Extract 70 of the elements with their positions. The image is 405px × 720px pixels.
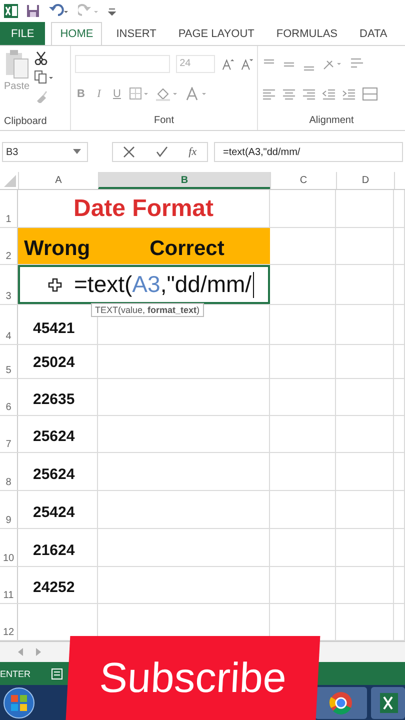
file-tab[interactable]: FILE [0, 22, 46, 45]
header-cell: Correct [98, 228, 270, 264]
customize-icon[interactable] [108, 6, 116, 16]
shrink-font-icon[interactable] [240, 57, 253, 71]
table-cell: 25624 [18, 453, 98, 490]
row-header[interactable]: 11 [0, 567, 18, 603]
insert-function-button[interactable]: fx [188, 146, 197, 158]
scissors-icon[interactable] [34, 51, 48, 65]
row-header[interactable]: 1 [0, 190, 18, 227]
row-header[interactable]: 9 [0, 491, 18, 528]
name-box-text: B3 [6, 146, 18, 158]
ribbon-tab[interactable]: DATA [352, 22, 396, 45]
header-cell: Wrong [18, 228, 98, 264]
subscribe-banner[interactable]: Subscribe [66, 636, 320, 720]
scroll-left-icon[interactable] [18, 648, 24, 656]
row-header[interactable]: 10 [0, 529, 18, 566]
ribbon-tab[interactable]: FORMULAS [268, 22, 346, 45]
ribbon-tab[interactable]: HOME [51, 22, 102, 45]
function-tooltip: TEXT(value, format_text) [91, 303, 204, 317]
table-cell: 21624 [18, 529, 98, 566]
row-header[interactable]: 8 [0, 453, 18, 490]
enter-check-icon[interactable] [156, 146, 168, 158]
merge-cells-icon[interactable] [362, 87, 378, 101]
undo-icon[interactable] [48, 4, 70, 18]
row-header[interactable]: 12 [0, 604, 18, 640]
paste-icon[interactable] [4, 49, 29, 79]
cell-cursor-icon [48, 278, 62, 292]
column-header[interactable]: B [98, 172, 270, 189]
save-icon[interactable] [26, 4, 40, 18]
copy-icon[interactable] [34, 70, 54, 84]
formula-field[interactable]: =text(A3,"dd/mm/ [214, 142, 403, 162]
table-cell: 25024 [18, 345, 98, 378]
ribbon-tab[interactable]: INSERT [108, 22, 164, 45]
group-label: Font [152, 114, 175, 128]
fill-color-icon[interactable] [155, 87, 179, 101]
group-label: Alignment [308, 114, 355, 128]
grow-font-icon[interactable] [220, 57, 234, 71]
redo-icon[interactable] [78, 4, 100, 18]
column-header[interactable]: C [270, 172, 336, 189]
start-button-icon[interactable] [2, 686, 36, 720]
align-center-icon[interactable] [282, 87, 296, 101]
row-header[interactable]: 3 [0, 265, 18, 304]
table-cell: 22635 [18, 379, 98, 415]
row-header[interactable]: 7 [0, 416, 18, 452]
name-box[interactable]: B3 [2, 142, 88, 162]
group-label: Clipboard [4, 115, 48, 129]
align-right-icon[interactable] [302, 87, 316, 101]
status-mode: ENTER [0, 668, 31, 678]
increase-indent-icon[interactable] [342, 87, 356, 101]
spreadsheet-taskbar-icon[interactable] [371, 687, 405, 719]
browser-taskbar-icon[interactable] [315, 687, 367, 719]
ribbon-tab[interactable]: PAGE LAYOUT [170, 22, 262, 45]
decrease-indent-icon[interactable] [322, 87, 336, 101]
borders-icon[interactable] [129, 87, 149, 101]
font-color-icon[interactable] [185, 87, 209, 101]
scroll-right-icon[interactable] [36, 648, 42, 656]
title-cell: Date Format [18, 190, 270, 227]
row-header[interactable]: 6 [0, 379, 18, 415]
align-left-icon[interactable] [262, 87, 276, 101]
column-header[interactable]: D [336, 172, 394, 189]
cancel-icon[interactable] [123, 146, 136, 158]
table-cell: 25624 [18, 416, 98, 452]
row-header[interactable]: 4 [0, 305, 18, 344]
dropdown-icon[interactable] [73, 149, 81, 155]
table-cell: 25424 [18, 491, 98, 528]
macro-record-icon[interactable] [50, 668, 63, 680]
table-cell: 24252 [18, 567, 98, 603]
font-name-field[interactable] [75, 55, 170, 73]
row-header[interactable]: 5 [0, 345, 18, 378]
excel-logo-icon [4, 4, 18, 18]
